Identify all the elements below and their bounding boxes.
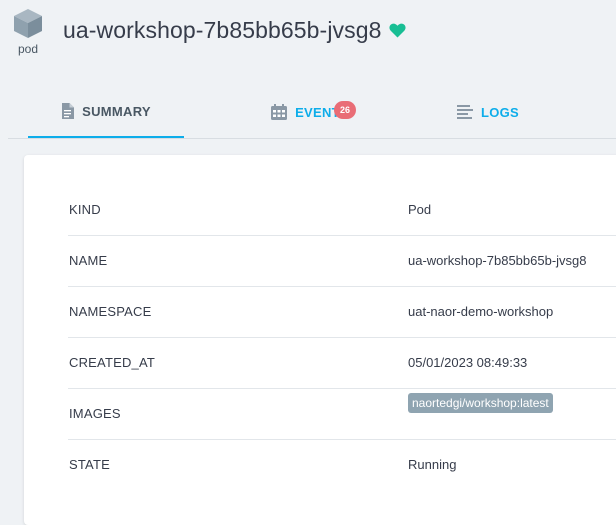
summary-row-created-at: CREATED_AT 05/01/2023 08:49:33 [68, 338, 616, 389]
row-value[interactable]: uat-naor-demo-workshop [408, 287, 553, 337]
resource-kind: pod [11, 8, 45, 56]
summary-row-name: NAME ua-workshop-7b85bb65b-jvsg8 [68, 236, 616, 287]
row-value: 05/01/2023 08:49:33 [408, 355, 528, 370]
calendar-icon [271, 104, 288, 120]
file-icon [62, 103, 75, 119]
row-key: KIND [69, 202, 101, 217]
tab-bar: SUMMARY EVENTS LOGS [8, 86, 616, 139]
tab-summary[interactable]: SUMMARY [28, 86, 184, 138]
summary-panel: KIND Pod NAME ua-workshop-7b85bb65b-jvsg… [24, 155, 616, 525]
cube-icon [14, 9, 42, 38]
summary-row-state: STATE Running [68, 440, 616, 491]
tab-logs[interactable]: LOGS [448, 86, 528, 138]
row-value: Running [408, 457, 457, 472]
tab-summary-label: SUMMARY [82, 103, 151, 119]
lines-icon [456, 105, 473, 119]
row-value[interactable]: ua-workshop-7b85bb65b-jvsg8 [408, 236, 587, 286]
heart-icon [389, 23, 406, 38]
row-key: NAMESPACE [69, 304, 152, 319]
tab-events[interactable]: EVENTS [240, 86, 380, 138]
resource-header: pod ua-workshop-7b85bb65b-jvsg8 [0, 0, 616, 70]
kind-label: pod [17, 42, 39, 56]
page-title: ua-workshop-7b85bb65b-jvsg8 [63, 17, 382, 43]
summary-row-kind: KIND Pod [68, 185, 616, 236]
summary-row-namespace: NAMESPACE uat-naor-demo-workshop [68, 287, 616, 338]
summary-row-images: IMAGES naortedgi/workshop:latest [68, 389, 616, 440]
row-value: Pod [408, 202, 432, 217]
events-count-badge: 26 [334, 101, 356, 119]
row-key: IMAGES [69, 406, 121, 421]
tab-logs-label: LOGS [480, 104, 520, 120]
row-key: CREATED_AT [69, 355, 156, 370]
image-tag[interactable]: naortedgi/workshop:latest [408, 393, 553, 413]
row-key: STATE [69, 457, 110, 472]
row-key: NAME [69, 253, 108, 268]
